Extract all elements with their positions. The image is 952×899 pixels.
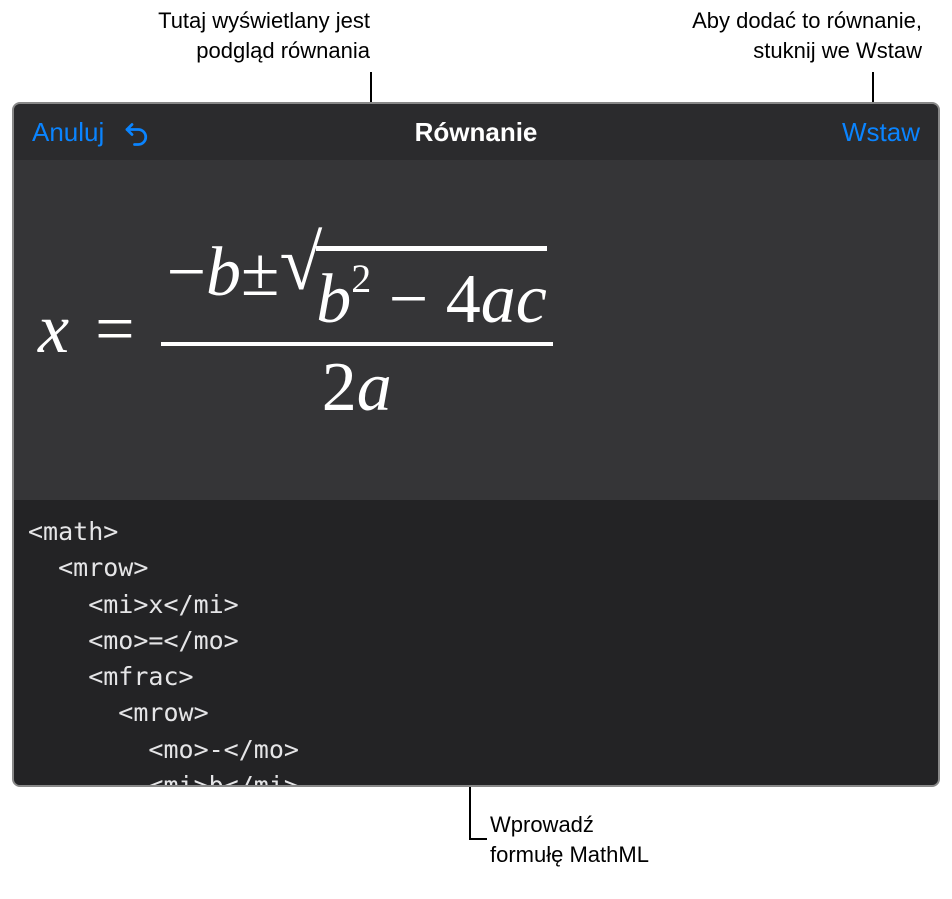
equation-dialog: Anuluj Równanie Wstaw x = −b±√b2 − 4ac 2… [12, 102, 940, 787]
eq-a: a [481, 261, 516, 338]
eq-sqrt: √b2 − 4ac [279, 246, 546, 340]
eq-den-2: 2 [322, 349, 357, 426]
eq-minus2: − [389, 261, 428, 338]
insert-button[interactable]: Wstaw [842, 117, 920, 148]
eq-c: c [516, 261, 547, 338]
eq-denominator: 2a [316, 346, 398, 430]
eq-4: 4 [446, 261, 481, 338]
callout-code: Wprowadźformułę MathML [490, 810, 790, 869]
mathml-input[interactable]: <math> <mrow> <mi>x</mi> <mo>=</mo> <mfr… [14, 500, 938, 785]
eq-exp2: 2 [351, 256, 371, 301]
radical-icon: √ [279, 240, 322, 287]
toolbar: Anuluj Równanie Wstaw [14, 104, 938, 160]
eq-minus: − [167, 234, 206, 311]
eq-radicand: b2 − 4ac [316, 246, 547, 340]
eq-x: x [38, 290, 69, 370]
rendered-equation: x = −b±√b2 − 4ac 2a [38, 231, 553, 430]
callout-line [469, 838, 487, 840]
eq-fraction: −b±√b2 − 4ac 2a [161, 231, 553, 430]
dialog-title: Równanie [415, 117, 538, 148]
callout-insert: Aby dodać to równanie,stuknij we Wstaw [552, 6, 922, 65]
eq-b: b [206, 234, 241, 311]
eq-equals: = [95, 290, 134, 370]
cancel-button[interactable]: Anuluj [32, 117, 104, 148]
equation-preview: x = −b±√b2 − 4ac 2a [14, 160, 938, 500]
eq-pm: ± [241, 234, 279, 311]
callout-preview: Tutaj wyświetlany jestpodgląd równania [0, 6, 370, 65]
undo-icon[interactable] [122, 117, 152, 147]
eq-numerator: −b±√b2 − 4ac [161, 231, 553, 342]
eq-den-a: a [357, 349, 392, 426]
